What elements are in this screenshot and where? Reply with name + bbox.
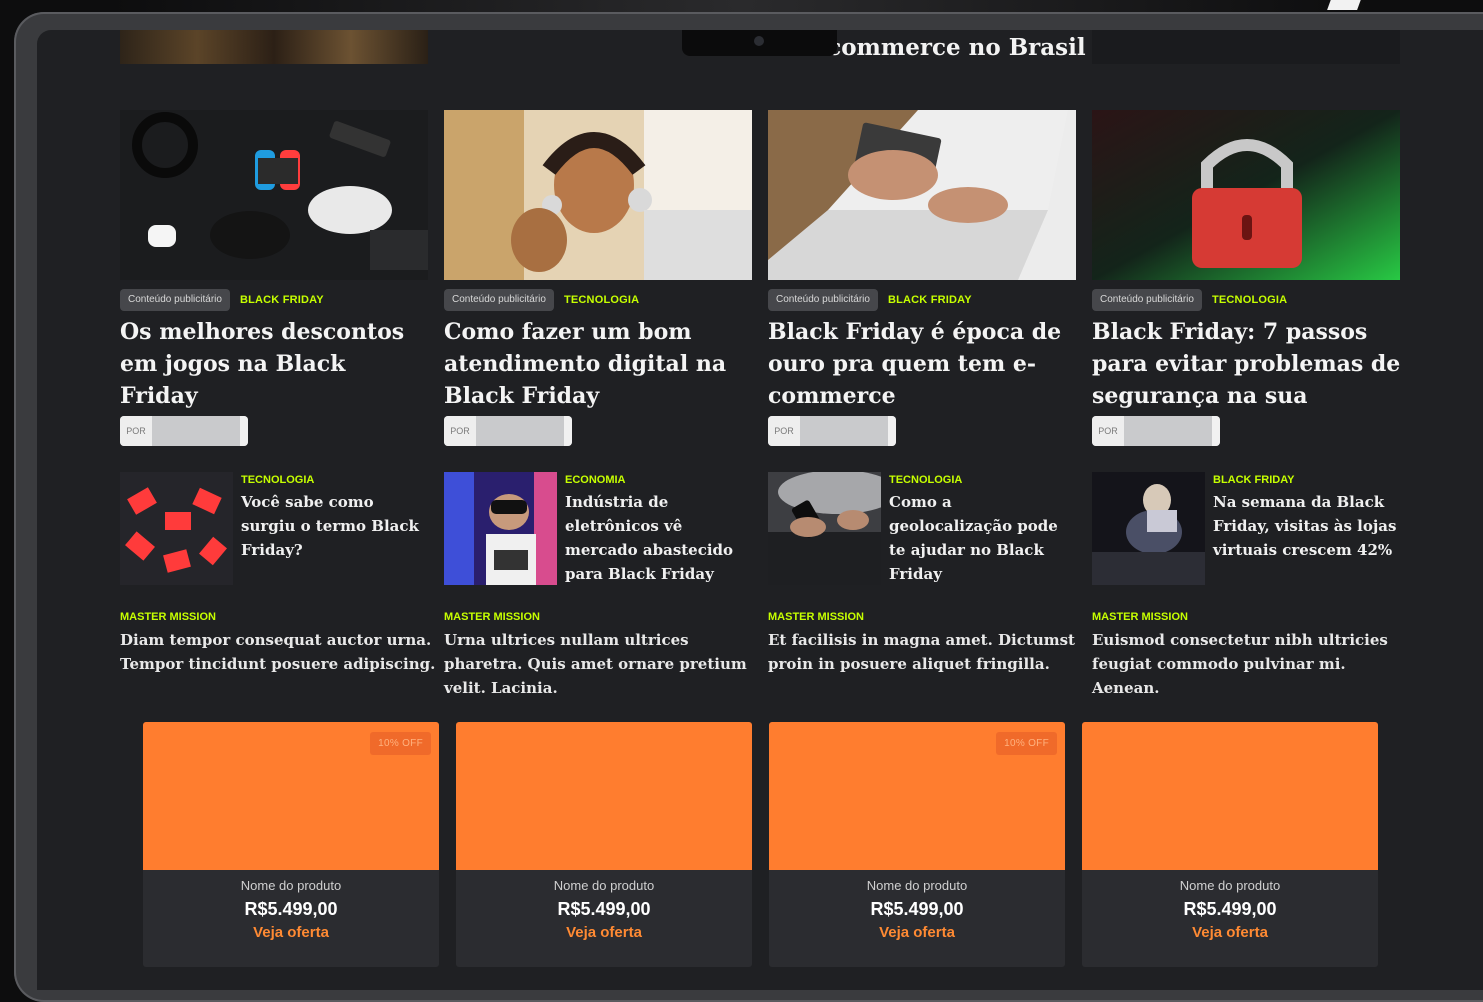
product-image[interactable]: 10% OFF — [143, 722, 439, 870]
call-center-image — [444, 110, 752, 280]
padlock-keyboard-image — [1092, 110, 1400, 280]
product-price: R$5.499,00 — [1183, 899, 1277, 919]
mini-article-title[interactable]: Você sabe como surgiu o termo Black Frid… — [241, 490, 426, 562]
author-name-placeholder — [152, 416, 240, 446]
laptop-screen: ar e-commerce no Brasil Conteúdo publici… — [37, 30, 1483, 990]
card-title[interactable]: Como fazer um bom atendimento digital na… — [444, 316, 752, 412]
mini-category-link[interactable]: ECONOMIA — [565, 474, 626, 486]
see-offer-link[interactable]: Veja oferta — [769, 924, 1065, 941]
mini-article-image[interactable] — [120, 472, 233, 585]
author-name-placeholder — [476, 416, 564, 446]
category-link[interactable]: BLACK FRIDAY — [240, 294, 324, 306]
card-tags: Conteúdo publicitário TECNOLOGIA — [1092, 288, 1287, 312]
card-tags: Conteúdo publicitário BLACK FRIDAY — [120, 288, 324, 312]
product-price: R$5.499,00 — [244, 899, 338, 919]
category-link[interactable]: TECNOLOGIA — [1212, 294, 1287, 306]
author-byline[interactable]: POR — [444, 416, 572, 446]
master-mission-text[interactable]: Et facilisis in magna amet. Dictumst pro… — [768, 628, 1088, 676]
mini-category-link[interactable]: TECNOLOGIA — [241, 474, 314, 486]
card-image-payment[interactable] — [768, 110, 1076, 280]
discount-badge: 10% OFF — [370, 732, 431, 755]
author-name-placeholder — [1124, 416, 1212, 446]
decorative-slash — [1327, 0, 1363, 10]
sponsored-pill: Conteúdo publicitário — [768, 289, 878, 311]
master-mission-text[interactable]: Diam tempor consequat auctor urna. Tempo… — [120, 628, 440, 676]
master-mission-label[interactable]: MASTER MISSION — [768, 611, 864, 623]
card-title[interactable]: Os melhores descontos em jogos na Black … — [120, 316, 428, 412]
product-name: Nome do produto — [1179, 878, 1281, 893]
author-prefix: POR — [1092, 416, 1124, 446]
category-link[interactable]: BLACK FRIDAY — [888, 294, 972, 306]
author-byline[interactable]: POR — [1092, 416, 1220, 446]
camera-notch — [682, 30, 837, 56]
master-mission-label[interactable]: MASTER MISSION — [1092, 611, 1188, 623]
red-tags-image — [120, 472, 233, 585]
master-mission-label[interactable]: MASTER MISSION — [444, 611, 540, 623]
mini-article-image[interactable] — [1092, 472, 1205, 585]
product-card[interactable]: Nome do produto R$5.499,00 Veja oferta — [1082, 722, 1378, 967]
master-mission-label[interactable]: MASTER MISSION — [120, 611, 216, 623]
product-image[interactable] — [456, 722, 752, 870]
see-offer-link[interactable]: Veja oferta — [456, 924, 752, 941]
top-ad-block — [1092, 30, 1400, 64]
smartphone-hands-image — [768, 472, 881, 585]
gaming-controllers-image — [120, 110, 428, 280]
mini-article-title[interactable]: Como a geolocalização pode te ajudar no … — [889, 490, 1074, 586]
product-card[interactable]: Nome do produto R$5.499,00 Veja oferta — [456, 722, 752, 967]
product-name: Nome do produto — [553, 878, 655, 893]
author-prefix: POR — [768, 416, 800, 446]
author-prefix: POR — [120, 416, 152, 446]
laptop-night-image — [1092, 472, 1205, 585]
sponsored-pill: Conteúdo publicitário — [120, 289, 230, 311]
category-link[interactable]: TECNOLOGIA — [564, 294, 639, 306]
author-byline[interactable]: POR — [120, 416, 248, 446]
master-mission-text[interactable]: Urna ultrices nullam ultrices pharetra. … — [444, 628, 764, 700]
card-payment-image — [768, 110, 1076, 280]
card-image-callcenter[interactable] — [444, 110, 752, 280]
card-tags: Conteúdo publicitário TECNOLOGIA — [444, 288, 639, 312]
author-prefix: POR — [444, 416, 476, 446]
product-price: R$5.499,00 — [870, 899, 964, 919]
card-tags: Conteúdo publicitário BLACK FRIDAY — [768, 288, 972, 312]
see-offer-link[interactable]: Veja oferta — [1082, 924, 1378, 941]
see-offer-link[interactable]: Veja oferta — [143, 924, 439, 941]
product-card[interactable]: 10% OFF Nome do produto R$5.499,00 Veja … — [143, 722, 439, 967]
author-name-placeholder — [800, 416, 888, 446]
discount-badge: 10% OFF — [996, 732, 1057, 755]
product-card[interactable]: 10% OFF Nome do produto R$5.499,00 Veja … — [769, 722, 1065, 967]
product-name: Nome do produto — [240, 878, 342, 893]
camera-icon — [754, 36, 764, 46]
card-image-gaming[interactable] — [120, 110, 428, 280]
top-article-image[interactable] — [120, 30, 428, 64]
vr-headset-image — [444, 472, 557, 585]
product-price: R$5.499,00 — [557, 899, 651, 919]
mini-article-title[interactable]: Na semana da Black Friday, visitas às lo… — [1213, 490, 1398, 562]
author-byline[interactable]: POR — [768, 416, 896, 446]
mini-article-title[interactable]: Indústria de eletrônicos vê mercado abas… — [565, 490, 750, 586]
mini-category-link[interactable]: BLACK FRIDAY — [1213, 474, 1295, 486]
mini-category-link[interactable]: TECNOLOGIA — [889, 474, 962, 486]
product-image[interactable]: 10% OFF — [769, 722, 1065, 870]
product-image[interactable] — [1082, 722, 1378, 870]
sponsored-pill: Conteúdo publicitário — [444, 289, 554, 311]
product-name: Nome do produto — [866, 878, 968, 893]
mini-article-image[interactable] — [768, 472, 881, 585]
card-title[interactable]: Black Friday é época de ouro pra quem te… — [768, 316, 1076, 412]
master-mission-text[interactable]: Euismod consectetur nibh ultricies feugi… — [1092, 628, 1412, 700]
mini-article-image[interactable] — [444, 472, 557, 585]
sponsored-pill: Conteúdo publicitário — [1092, 289, 1202, 311]
card-image-security[interactable] — [1092, 110, 1400, 280]
